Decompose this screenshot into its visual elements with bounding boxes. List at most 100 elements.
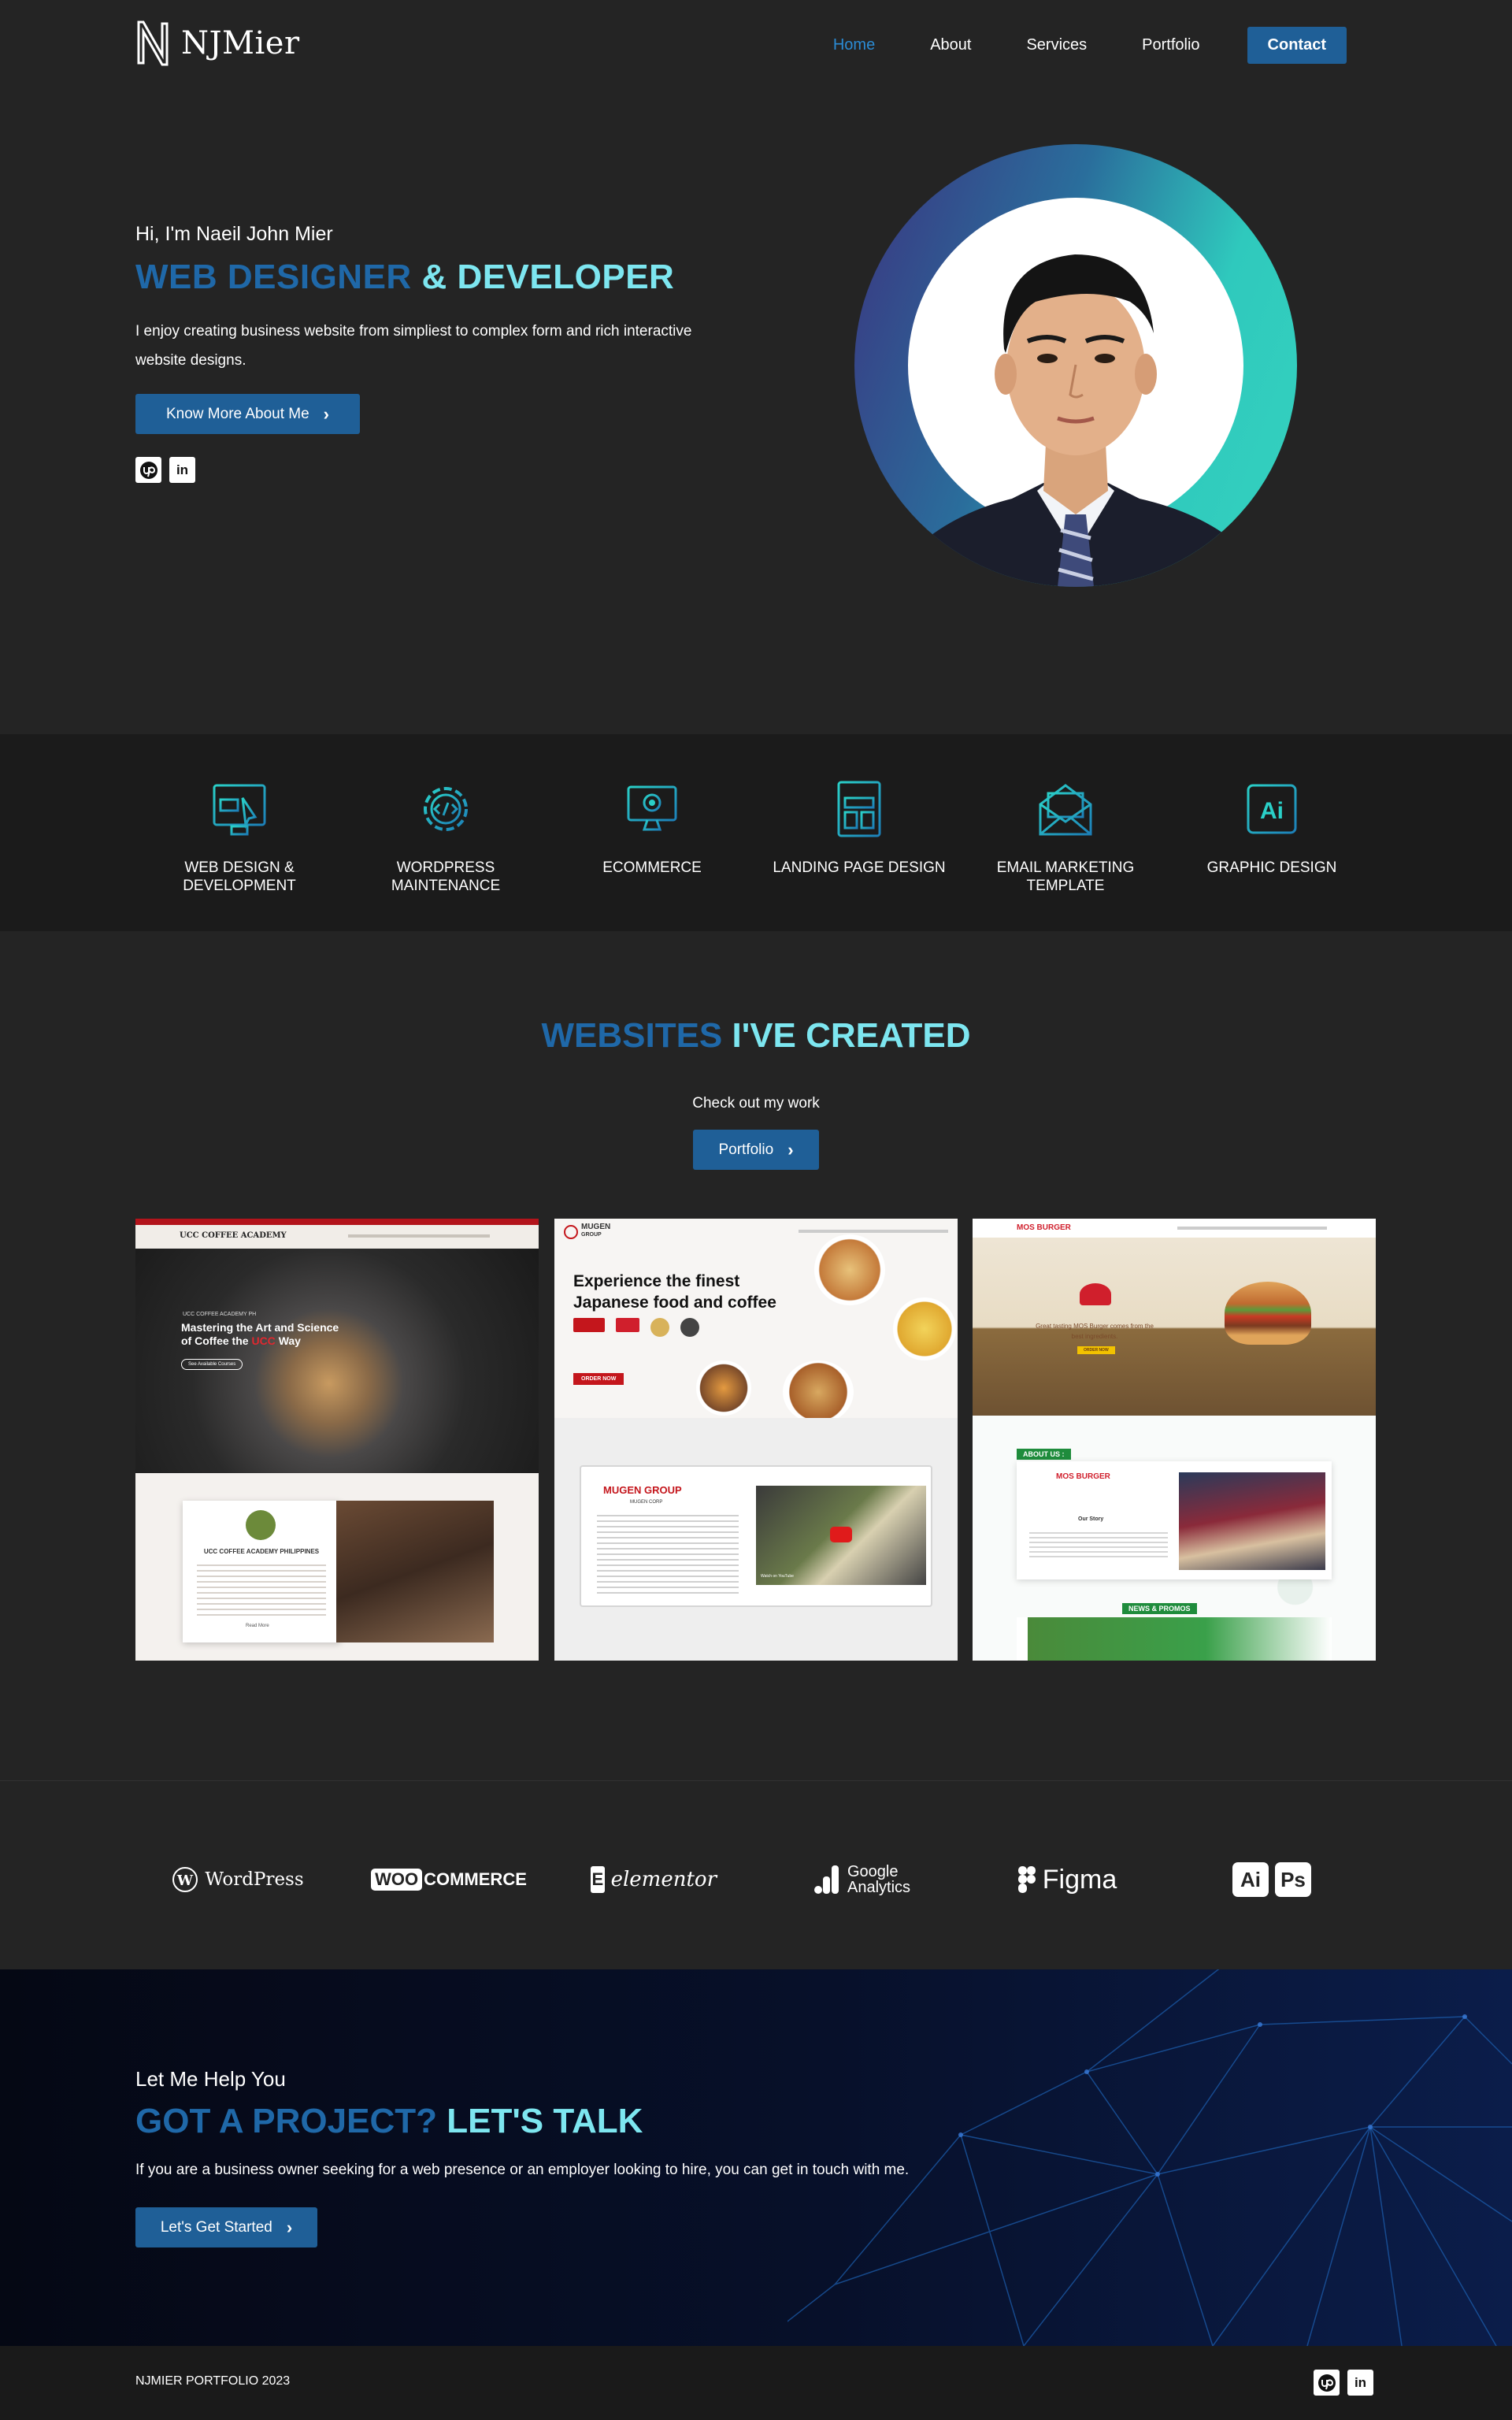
get-started-button[interactable]: Let's Get Started › — [135, 2207, 317, 2247]
service-graphic-design: Ai GRAPHIC DESIGN — [1181, 778, 1362, 877]
mugen-food-plate-2 — [893, 1297, 956, 1360]
service-ecommerce: ECOMMERCE — [561, 778, 743, 877]
ucc-hero-button: See Available Courses — [181, 1359, 243, 1370]
hero-title: WEB DESIGNER & DEVELOPER — [135, 258, 674, 297]
mugen-video: Watch on YouTube — [756, 1486, 926, 1585]
tool-woocommerce: WOO COMMERCE — [371, 1860, 527, 1899]
upwork-icon[interactable] — [135, 457, 161, 483]
tool-google-analytics: Google Analytics — [803, 1860, 921, 1899]
upwork-icon[interactable] — [1314, 2370, 1340, 2396]
tool-label: COMMERCE — [424, 1869, 527, 1889]
mugen-food-plate-1 — [814, 1234, 885, 1305]
mos-hero: MOS BURGER Great tasting MOS Burger come… — [973, 1219, 1376, 1416]
mugen-food-plate-3 — [783, 1360, 854, 1423]
mugen-order-button: ORDER NOW — [573, 1373, 624, 1385]
nav-link-portfolio[interactable]: Portfolio — [1142, 36, 1199, 54]
footer: NJMIER PORTFOLIO 2023 in — [0, 2346, 1512, 2420]
nav-link-services[interactable]: Services — [1026, 36, 1087, 54]
ucc-hero-small: UCC COFFEE ACADEMY PH — [183, 1312, 257, 1317]
mos-nav-bar — [1177, 1227, 1327, 1230]
tool-adobe: Ai Ps — [1213, 1860, 1331, 1899]
gear-code-icon — [424, 787, 468, 831]
photoshop-icon: Ps — [1275, 1862, 1311, 1897]
elementor-icon: E — [591, 1866, 605, 1893]
tool-label-analytics: Analytics — [847, 1879, 911, 1896]
ucc-hero-heading: Mastering the Art and Science of Coffee … — [181, 1321, 339, 1348]
mos-ceremony-photo — [1179, 1472, 1325, 1570]
ucc-hero-heading-line2: of Coffee the UCC Way — [181, 1334, 339, 1348]
page: NJMier Home About Services Portfolio Con… — [0, 0, 1512, 2420]
mugen-about-card: MUGEN GROUP MUGEN CORP Watch on YouTube — [580, 1465, 932, 1607]
ucc-header: UCC COFFEE ACADEMY — [135, 1225, 539, 1249]
nav-link-home[interactable]: Home — [833, 36, 875, 54]
tool-label: Figma — [1042, 1864, 1117, 1895]
chevron-right-icon: › — [286, 2217, 293, 2237]
linkedin-icon[interactable]: in — [169, 457, 195, 483]
ucc-about-card: UCC COFFEE ACADEMY PHILIPPINES Read More — [183, 1501, 340, 1642]
service-label: WEB DESIGN & DEVELOPMENT — [183, 859, 296, 894]
email-icon — [1039, 784, 1092, 836]
tool-wordpress: W WordPress — [167, 1860, 309, 1899]
service-landing-page: LANDING PAGE DESIGN — [769, 778, 950, 877]
mugen-hero-heading: Experience the finest Japanese food and … — [573, 1271, 776, 1313]
mugen-about-title: MUGEN GROUP — [603, 1484, 682, 1496]
hero-title-part2: & DEVELOPER — [421, 258, 675, 296]
get-started-label: Let's Get Started — [160, 2218, 272, 2236]
mugen-logo-mark — [564, 1225, 578, 1239]
ecommerce-monitor-icon — [627, 785, 677, 831]
websites-title-part1: WEBSITES — [541, 1016, 723, 1055]
tool-elementor: E elementor — [591, 1860, 717, 1899]
mos-news-card — [1017, 1617, 1332, 1661]
mugen-hero: MUGEN GROUP Experience the finest Japane… — [554, 1219, 958, 1423]
mos-about-label: ABOUT US : — [1017, 1449, 1071, 1460]
project-card-ucc[interactable]: UCC COFFEE ACADEMY UCC COFFEE ACADEMY PH… — [135, 1219, 539, 1661]
mos-logo-mark — [1080, 1283, 1111, 1305]
nav-link-about[interactable]: About — [930, 36, 971, 54]
cta-title-part2: LET'S TALK — [447, 2102, 643, 2140]
linkedin-icon[interactable]: in — [1347, 2370, 1373, 2396]
brand-logo-mos — [616, 1318, 639, 1332]
ucc-nav-bar — [348, 1234, 490, 1238]
hero-greeting: Hi, I'm Naeil John Mier — [135, 223, 333, 245]
mos-story-text — [1029, 1529, 1168, 1561]
chevron-right-icon: › — [323, 403, 329, 424]
mos-about-section: ABOUT US : MOS BURGER Our Story NEWS & P… — [973, 1416, 1376, 1661]
portfolio-button[interactable]: Portfolio › — [693, 1130, 819, 1170]
svg-text:W: W — [176, 1873, 194, 1889]
ucc-hero-image: UCC COFFEE ACADEMY PH Mastering the Art … — [135, 1249, 539, 1473]
mos-burger-image — [1225, 1282, 1311, 1345]
mos-tagline: Great tasting MOS Burger comes from the … — [1028, 1321, 1162, 1342]
chevron-right-icon: › — [788, 1139, 794, 1160]
know-more-label: Know More About Me — [166, 405, 309, 422]
contact-button[interactable]: Contact — [1247, 27, 1347, 64]
mugen-hero-heading-line2: Japanese food and coffee — [573, 1294, 776, 1312]
project-card-mos[interactable]: MOS BURGER Great tasting MOS Burger come… — [973, 1219, 1376, 1661]
ucc-about-section: UCC COFFEE ACADEMY PHILIPPINES Read More — [135, 1473, 539, 1661]
service-label: GRAPHIC DESIGN — [1206, 859, 1337, 876]
youtube-play-icon[interactable] — [830, 1527, 852, 1542]
project-card-mugen[interactable]: MUGEN GROUP Experience the finest Japane… — [554, 1219, 958, 1661]
top-nav: NJMier Home About Services Portfolio Con… — [0, 0, 1512, 87]
mugen-logo-sub: GROUP — [581, 1232, 602, 1238]
know-more-button[interactable]: Know More About Me › — [135, 394, 360, 434]
hero-title-part1: WEB DESIGNER — [135, 258, 412, 296]
footer-copyright: NJMIER PORTFOLIO 2023 — [135, 2374, 291, 2388]
brand-logo-ucc — [573, 1318, 605, 1332]
cta-section: Let Me Help You GOT A PROJECT? LET'S TAL… — [0, 1969, 1512, 2346]
footer-social-links: in — [1314, 2370, 1373, 2396]
logo[interactable]: NJMier — [135, 20, 300, 66]
tools-strip: W WordPress WOO COMMERCE E elementor Goo… — [0, 1780, 1512, 1969]
brand-logo-2 — [650, 1318, 669, 1337]
service-label: LANDING PAGE DESIGN — [773, 859, 946, 876]
tool-label: WordPress — [205, 1869, 304, 1890]
mos-story-label: Our Story — [1078, 1516, 1104, 1522]
cta-subtitle: Let Me Help You — [135, 2067, 286, 2091]
ucc-about-title: UCC COFFEE ACADEMY PHILIPPINES — [203, 1548, 320, 1555]
mugen-brand-logos — [573, 1318, 699, 1337]
cta-title: GOT A PROJECT? LET'S TALK — [135, 2102, 643, 2141]
mos-about-card: MOS BURGER Our Story — [1017, 1461, 1332, 1579]
google-analytics-icon — [813, 1865, 839, 1894]
ucc-site-name: UCC COFFEE ACADEMY — [180, 1231, 287, 1240]
figma-icon — [1017, 1866, 1036, 1893]
network-background — [788, 1969, 1512, 2346]
